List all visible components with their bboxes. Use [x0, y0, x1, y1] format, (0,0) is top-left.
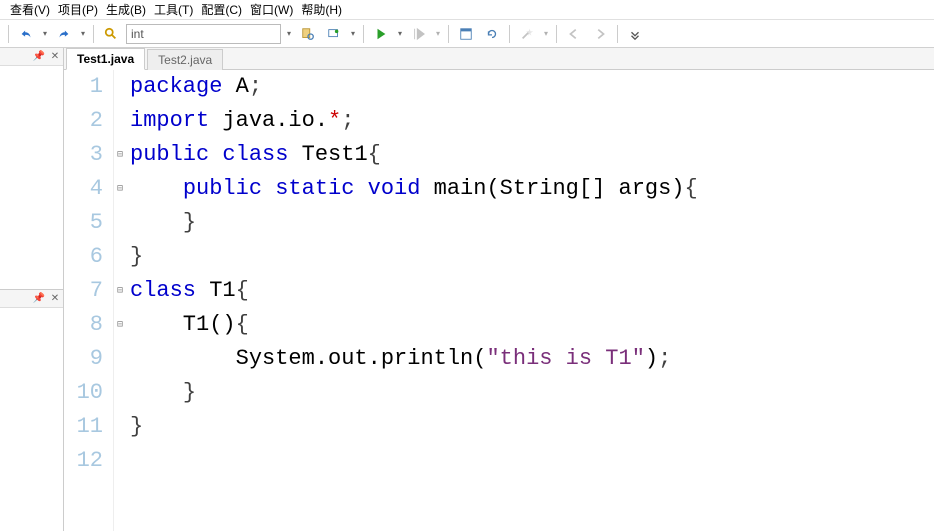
code-line[interactable]: import java.io.*;	[130, 104, 934, 138]
toolbar-separator	[509, 25, 510, 43]
code-line[interactable]: class T1{	[130, 274, 934, 308]
tabbar: Test1.javaTest2.java	[64, 48, 934, 70]
fold-handle	[114, 410, 126, 444]
fold-handle	[114, 240, 126, 274]
code-line[interactable]: }	[130, 240, 934, 274]
fold-handle[interactable]: ⊟	[114, 172, 126, 206]
fold-handle	[114, 70, 126, 104]
menu-config[interactable]: 配置(C)	[201, 1, 242, 18]
side-pane-bottom: 📌 ✕	[0, 290, 63, 531]
code-content[interactable]: package A;import java.io.*;public class …	[126, 70, 934, 531]
main-area: 📌 ✕ 📌 ✕ Test1.javaTest2.java 12345678910…	[0, 48, 934, 531]
code-line[interactable]: public class Test1{	[130, 138, 934, 172]
fold-handle	[114, 342, 126, 376]
line-number: 10	[64, 376, 103, 410]
fold-handle[interactable]: ⊟	[114, 138, 126, 172]
fold-handle	[114, 376, 126, 410]
refresh-button[interactable]	[481, 23, 503, 45]
fold-handle[interactable]: ⊟	[114, 308, 126, 342]
menu-tools[interactable]: 工具(T)	[154, 1, 193, 18]
search-icon[interactable]	[100, 23, 122, 45]
close-icon[interactable]: ✕	[49, 50, 61, 62]
bookmark-dropdown[interactable]: ▾	[349, 29, 357, 38]
pin-icon[interactable]: 📌	[33, 50, 45, 62]
bookmark-button[interactable]	[323, 23, 345, 45]
line-number: 12	[64, 444, 103, 478]
run-dropdown[interactable]: ▾	[396, 29, 404, 38]
code-line[interactable]	[130, 444, 934, 478]
pin-icon[interactable]: 📌	[33, 292, 45, 304]
close-icon[interactable]: ✕	[49, 292, 61, 304]
line-number: 4	[64, 172, 103, 206]
redo-button[interactable]	[53, 23, 75, 45]
redo-dropdown[interactable]: ▾	[79, 29, 87, 38]
toolbar-separator	[363, 25, 364, 43]
toolbar: ▾ ▾ ▾ ▾ ▾ ▾ ▾	[0, 20, 934, 48]
toolbar-separator	[448, 25, 449, 43]
run-button[interactable]	[370, 23, 392, 45]
fold-handle[interactable]: ⊟	[114, 274, 126, 308]
overflow-button[interactable]	[624, 23, 646, 45]
tab-Test2-java[interactable]: Test2.java	[147, 49, 223, 70]
line-number: 9	[64, 342, 103, 376]
tab-Test1-java[interactable]: Test1.java	[66, 48, 145, 70]
line-number: 8	[64, 308, 103, 342]
toolbar-separator	[8, 25, 9, 43]
line-number: 2	[64, 104, 103, 138]
code-line[interactable]: T1(){	[130, 308, 934, 342]
panel-button[interactable]	[455, 23, 477, 45]
fold-handle	[114, 444, 126, 478]
nav-back-button[interactable]	[563, 23, 585, 45]
undo-dropdown[interactable]: ▾	[41, 29, 49, 38]
toolbar-separator	[93, 25, 94, 43]
line-gutter: 123456789101112	[64, 70, 114, 531]
toolbar-separator	[617, 25, 618, 43]
search-input[interactable]	[126, 24, 281, 44]
find-in-files-button[interactable]	[297, 23, 319, 45]
code-editor[interactable]: 123456789101112 ⊟⊟⊟⊟ package A;import ja…	[64, 70, 934, 531]
side-panel: 📌 ✕ 📌 ✕	[0, 48, 64, 531]
code-line[interactable]: public static void main(String[] args){	[130, 172, 934, 206]
side-pane-top: 📌 ✕	[0, 48, 63, 290]
step-button[interactable]	[408, 23, 430, 45]
side-pane-header: 📌 ✕	[0, 48, 63, 66]
wand-button[interactable]	[516, 23, 538, 45]
menu-build[interactable]: 生成(B)	[106, 1, 146, 18]
line-number: 7	[64, 274, 103, 308]
editor-area: Test1.javaTest2.java 123456789101112 ⊟⊟⊟…	[64, 48, 934, 531]
code-line[interactable]: System.out.println("this is T1");	[130, 342, 934, 376]
menu-view[interactable]: 查看(V)	[10, 1, 50, 18]
code-line[interactable]: package A;	[130, 70, 934, 104]
search-dropdown[interactable]: ▾	[285, 29, 293, 38]
fold-handle	[114, 104, 126, 138]
wand-dropdown[interactable]: ▾	[542, 29, 550, 38]
nav-forward-button[interactable]	[589, 23, 611, 45]
toolbar-separator	[556, 25, 557, 43]
fold-gutter[interactable]: ⊟⊟⊟⊟	[114, 70, 126, 531]
undo-button[interactable]	[15, 23, 37, 45]
fold-handle	[114, 206, 126, 240]
menu-window[interactable]: 窗口(W)	[250, 1, 293, 18]
code-line[interactable]: }	[130, 376, 934, 410]
menu-project[interactable]: 项目(P)	[58, 1, 98, 18]
menubar: 查看(V) 项目(P) 生成(B) 工具(T) 配置(C) 窗口(W) 帮助(H…	[0, 0, 934, 20]
line-number: 5	[64, 206, 103, 240]
code-line[interactable]: }	[130, 206, 934, 240]
menu-help[interactable]: 帮助(H)	[301, 1, 342, 18]
line-number: 11	[64, 410, 103, 444]
code-line[interactable]: }	[130, 410, 934, 444]
line-number: 6	[64, 240, 103, 274]
line-number: 3	[64, 138, 103, 172]
side-pane-header: 📌 ✕	[0, 290, 63, 308]
line-number: 1	[64, 70, 103, 104]
step-dropdown[interactable]: ▾	[434, 29, 442, 38]
